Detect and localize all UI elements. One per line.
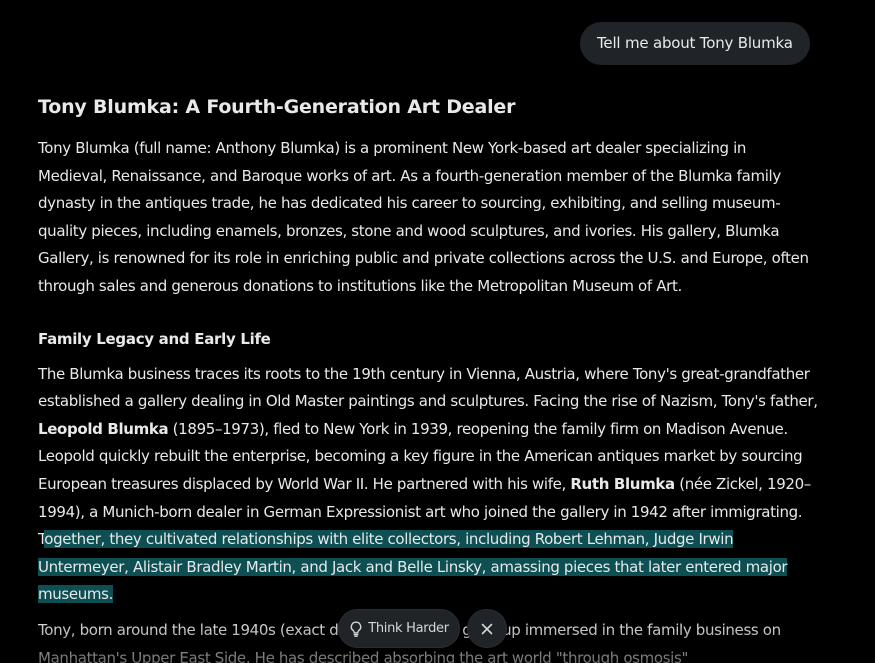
response-title: Tony Blumka: A Fourth-Generation Art Dea… (38, 96, 516, 118)
user-message-bubble: Tell me about Tony Blumka (580, 22, 810, 65)
section-heading: Family Legacy and Early Life (38, 329, 271, 348)
text-selection-highlight[interactable]: ogether, they cultivated relationships w… (38, 530, 788, 604)
think-harder-button[interactable]: Think Harder (339, 610, 459, 647)
legacy-paragraph: The Blumka business traces its roots to … (38, 361, 818, 609)
leopold-name: Leopold Blumka (38, 419, 169, 438)
ruth-name: Ruth Blumka (570, 474, 675, 493)
chat-page: Tell me about Tony Blumka Tony Blumka: A… (0, 0, 875, 663)
intro-paragraph: Tony Blumka (full name: Anthony Blumka) … (38, 139, 809, 295)
close-icon (481, 623, 493, 635)
assistant-response: Tony Blumka: A Fourth-Generation Art Dea… (38, 92, 818, 663)
dismiss-button[interactable] (468, 610, 506, 647)
lightbulb-icon (349, 620, 363, 637)
think-harder-label: Think Harder (368, 621, 449, 636)
legacy-text-1: The Blumka business traces its roots to … (38, 364, 818, 411)
